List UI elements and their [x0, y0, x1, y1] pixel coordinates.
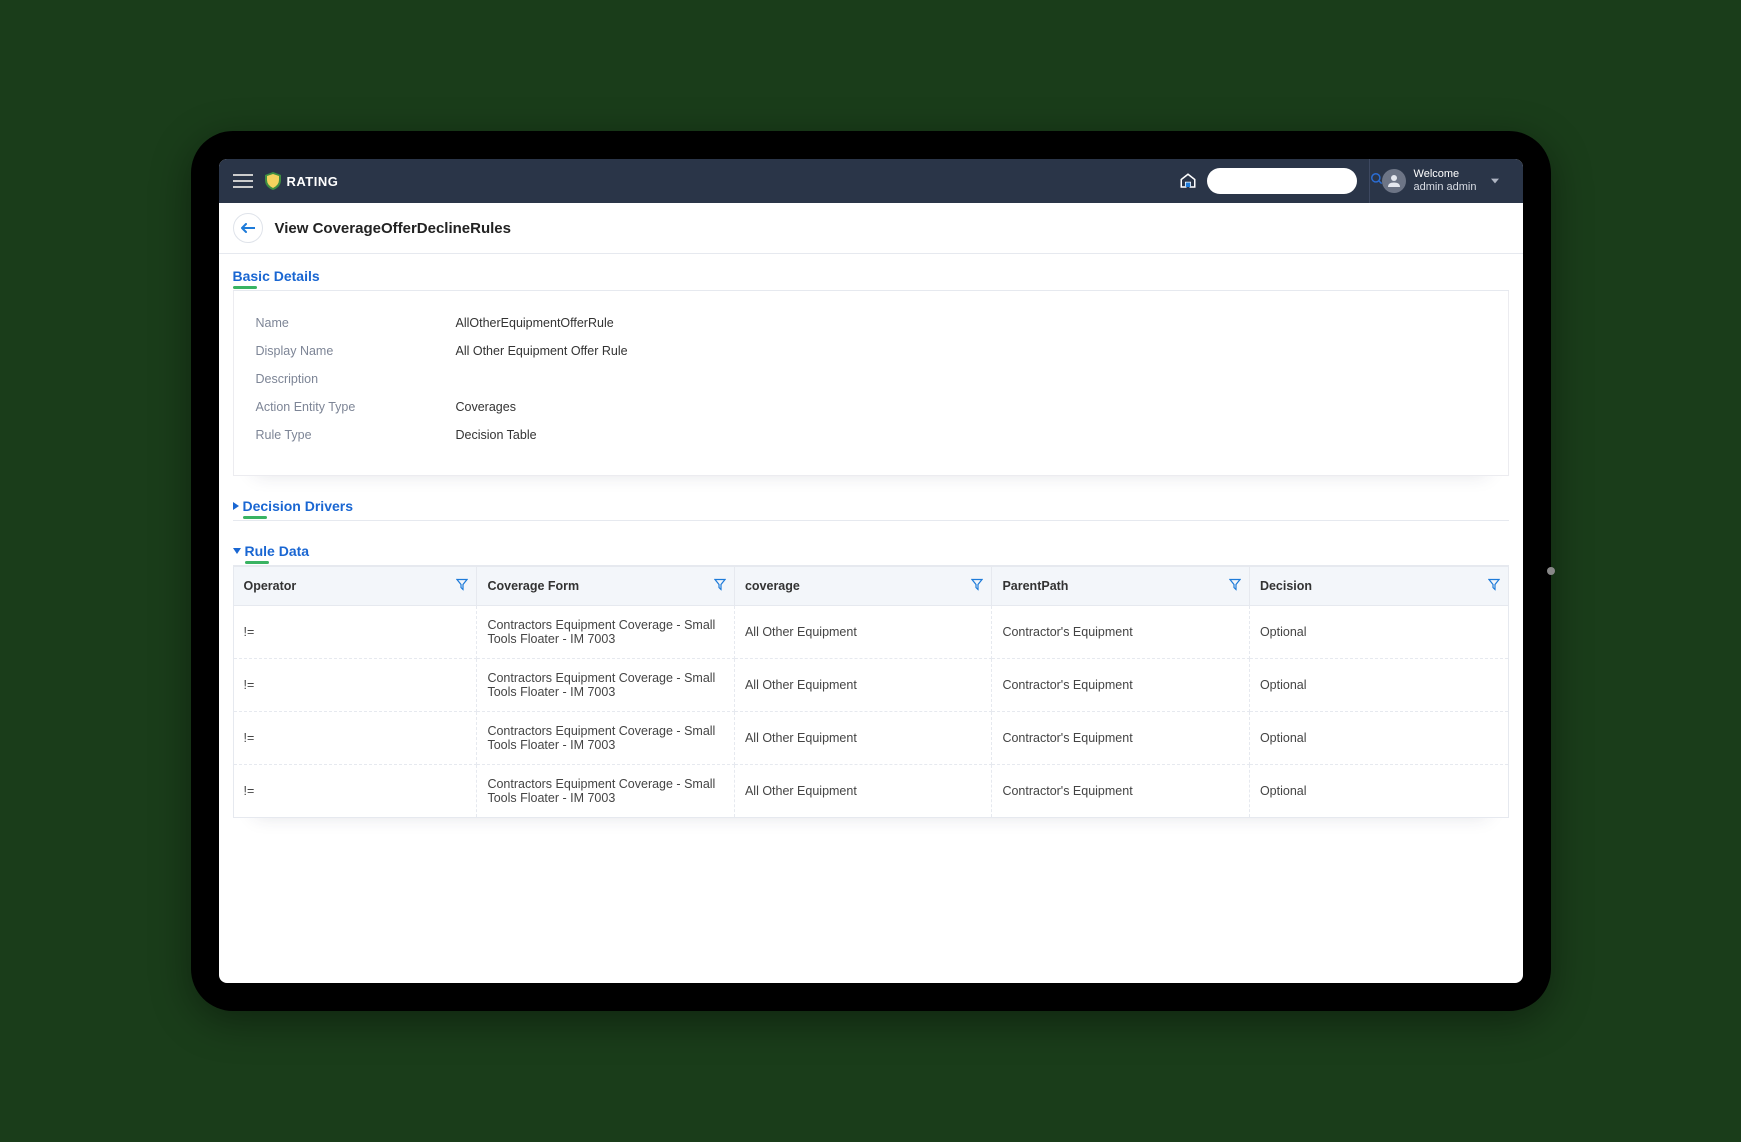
detail-row: Rule Type Decision Table — [256, 421, 1486, 449]
cell-operator: != — [234, 606, 478, 659]
label-action-entity-type: Action Entity Type — [256, 400, 456, 414]
arrow-left-icon — [241, 223, 255, 233]
tablet-device-frame: RATING — [191, 131, 1551, 1011]
section-rule-data: Rule Data Operator Coverage — [233, 535, 1509, 818]
cell-parent-path: Contractor's Equipment — [992, 765, 1250, 817]
value-name: AllOtherEquipmentOfferRule — [456, 316, 614, 330]
col-label: coverage — [745, 579, 800, 593]
filter-icon[interactable] — [456, 579, 468, 594]
label-name: Name — [256, 316, 456, 330]
value-display-name: All Other Equipment Offer Rule — [456, 344, 628, 358]
detail-row: Name AllOtherEquipmentOfferRule — [256, 309, 1486, 337]
cell-coverage: All Other Equipment — [735, 765, 993, 817]
col-operator: Operator — [234, 567, 478, 606]
content-area: Basic Details Name AllOtherEquipmentOffe… — [219, 254, 1523, 983]
section-basic-details: Basic Details Name AllOtherEquipmentOffe… — [233, 260, 1509, 476]
cell-decision: Optional — [1250, 765, 1508, 817]
filter-icon[interactable] — [1488, 579, 1500, 594]
table-header-row: Operator Coverage Form — [234, 567, 1508, 606]
page-title: View CoverageOfferDeclineRules — [275, 220, 511, 237]
section-header-ruledata[interactable]: Rule Data — [233, 535, 1509, 566]
section-title-ruledata: Rule Data — [245, 543, 310, 559]
chevron-down-icon — [1491, 172, 1499, 190]
page-titlebar: View CoverageOfferDeclineRules — [219, 203, 1523, 254]
cell-coverage: All Other Equipment — [735, 659, 993, 712]
search-input[interactable] — [1215, 174, 1370, 188]
col-label: ParentPath — [1002, 579, 1068, 593]
cell-coverage-form: Contractors Equipment Coverage - Small T… — [477, 659, 735, 712]
label-description: Description — [256, 372, 456, 386]
app-header: RATING — [219, 159, 1523, 203]
col-label: Operator — [244, 579, 297, 593]
rule-data-table: Operator Coverage Form — [233, 566, 1509, 818]
cell-coverage-form: Contractors Equipment Coverage - Small T… — [477, 712, 735, 765]
user-menu[interactable]: Welcome admin admin — [1382, 168, 1513, 194]
filter-icon[interactable] — [971, 579, 983, 594]
section-header-basic: Basic Details — [233, 260, 1509, 291]
label-rule-type: Rule Type — [256, 428, 456, 442]
app-title: RATING — [287, 174, 339, 189]
col-parent-path: ParentPath — [992, 567, 1250, 606]
cell-decision: Optional — [1250, 659, 1508, 712]
cell-coverage-form: Contractors Equipment Coverage - Small T… — [477, 606, 735, 659]
welcome-label: Welcome — [1414, 168, 1477, 181]
value-rule-type: Decision Table — [456, 428, 537, 442]
app-screen: RATING — [219, 159, 1523, 983]
section-header-drivers[interactable]: Decision Drivers — [233, 490, 1509, 521]
app-logo-icon — [265, 172, 281, 190]
col-label: Decision — [1260, 579, 1312, 593]
label-display-name: Display Name — [256, 344, 456, 358]
table-body: != Contractors Equipment Coverage - Smal… — [234, 606, 1508, 817]
filter-icon[interactable] — [714, 579, 726, 594]
avatar-icon — [1382, 169, 1406, 193]
cell-operator: != — [234, 659, 478, 712]
basic-details-card: Name AllOtherEquipmentOfferRule Display … — [233, 291, 1509, 476]
detail-row: Action Entity Type Coverages — [256, 393, 1486, 421]
cell-coverage-form: Contractors Equipment Coverage - Small T… — [477, 765, 735, 817]
cell-operator: != — [234, 712, 478, 765]
search-box[interactable] — [1207, 168, 1357, 194]
section-title-basic: Basic Details — [233, 268, 320, 284]
user-name: admin admin — [1414, 181, 1477, 194]
table-row: != Contractors Equipment Coverage - Smal… — [234, 659, 1508, 712]
section-decision-drivers: Decision Drivers — [233, 490, 1509, 521]
cell-parent-path: Contractor's Equipment — [992, 606, 1250, 659]
section-title-drivers: Decision Drivers — [243, 498, 354, 514]
chevron-down-icon — [233, 548, 241, 554]
cell-operator: != — [234, 765, 478, 817]
chevron-right-icon — [233, 502, 239, 510]
header-divider — [1369, 159, 1370, 203]
table-row: != Contractors Equipment Coverage - Smal… — [234, 712, 1508, 765]
filter-icon[interactable] — [1229, 579, 1241, 594]
detail-row: Description — [256, 365, 1486, 393]
cell-parent-path: Contractor's Equipment — [992, 712, 1250, 765]
col-label: Coverage Form — [487, 579, 579, 593]
home-icon[interactable] — [1179, 172, 1197, 190]
col-coverage: coverage — [735, 567, 993, 606]
cell-coverage: All Other Equipment — [735, 712, 993, 765]
cell-coverage: All Other Equipment — [735, 606, 993, 659]
table-row: != Contractors Equipment Coverage - Smal… — [234, 765, 1508, 817]
col-coverage-form: Coverage Form — [477, 567, 735, 606]
cell-decision: Optional — [1250, 712, 1508, 765]
cell-parent-path: Contractor's Equipment — [992, 659, 1250, 712]
detail-row: Display Name All Other Equipment Offer R… — [256, 337, 1486, 365]
user-text: Welcome admin admin — [1414, 168, 1477, 194]
back-button[interactable] — [233, 213, 263, 243]
cell-decision: Optional — [1250, 606, 1508, 659]
col-decision: Decision — [1250, 567, 1508, 606]
table-row: != Contractors Equipment Coverage - Smal… — [234, 606, 1508, 659]
menu-button[interactable] — [229, 167, 257, 195]
value-action-entity-type: Coverages — [456, 400, 516, 414]
